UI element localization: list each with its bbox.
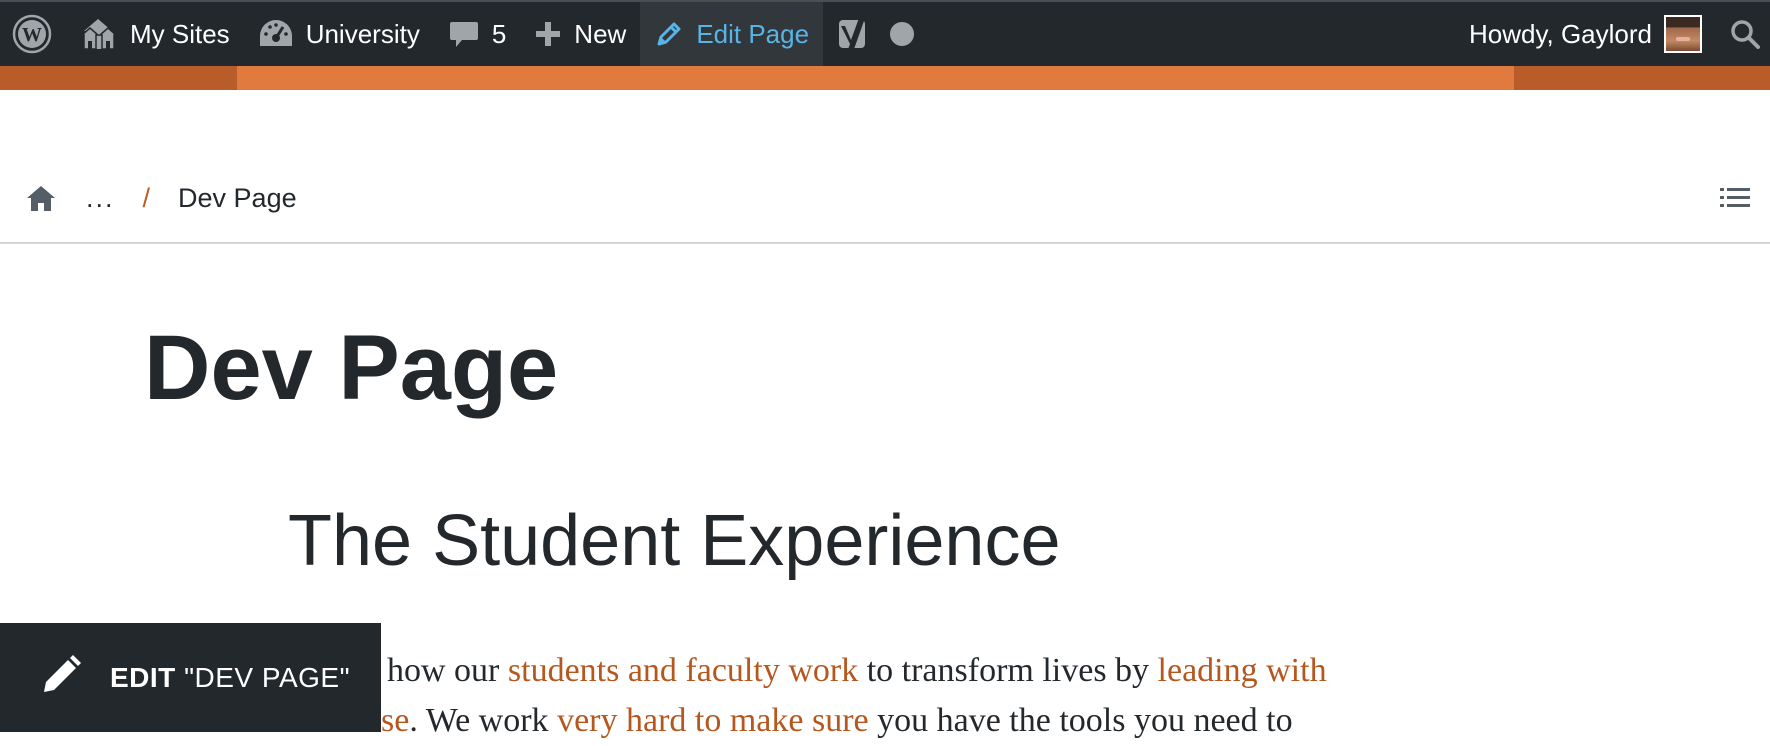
avatar (1664, 15, 1702, 53)
breadcrumb-ellipsis[interactable]: ... (86, 183, 115, 214)
text-span: how our (387, 652, 508, 689)
yoast-icon (837, 14, 873, 54)
my-sites-icon (78, 17, 118, 51)
students-faculty-link[interactable]: students and faculty work (508, 652, 858, 689)
header-band-left (0, 66, 237, 90)
text-span: . We work (409, 702, 558, 739)
edit-page-label: Edit Page (696, 18, 810, 49)
page-title: Dev Page (144, 317, 559, 419)
admin-bar: W My Sites University 5 New Edit Page Ho… (0, 0, 1770, 66)
seo-status-dot-icon (889, 21, 915, 47)
breadcrumb-separator: / (142, 182, 151, 213)
yoast-seo-menu[interactable] (823, 2, 929, 66)
my-account-menu[interactable]: Howdy, Gaylord (1455, 2, 1716, 66)
table-of-contents-icon[interactable] (1720, 186, 1750, 215)
dashboard-icon (258, 18, 294, 50)
text-span: to transform lives by (858, 652, 1158, 689)
purpose-link[interactable]: se (381, 702, 409, 739)
site-name-label: University (305, 18, 420, 49)
plus-icon (534, 20, 562, 48)
very-hard-link[interactable]: very hard to make sure (557, 702, 869, 739)
edit-page-button-label: EDIT "DEV PAGE" (110, 662, 350, 694)
text-span: you have the tools you need to (868, 702, 1293, 739)
header-band-right (1514, 66, 1770, 90)
edit-prefix: EDIT (110, 661, 176, 693)
comments-count: 5 (491, 18, 507, 49)
greeting-label: Howdy, Gaylord (1468, 18, 1652, 49)
breadcrumb: ... / Dev Page (26, 178, 297, 218)
svg-text:W: W (22, 24, 42, 46)
leading-with-link[interactable]: leading with (1158, 652, 1327, 689)
edit-page-menu[interactable]: Edit Page (640, 2, 824, 66)
site-name-menu[interactable]: University (244, 2, 434, 66)
comments-menu[interactable]: 5 (434, 2, 520, 66)
my-sites-menu[interactable]: My Sites (64, 2, 244, 66)
home-icon[interactable] (26, 184, 56, 212)
section-title: The Student Experience (288, 501, 1061, 581)
wordpress-icon: W (12, 14, 52, 54)
pencil-icon (40, 654, 82, 701)
search-toggle[interactable] (1716, 2, 1770, 66)
pencil-icon (654, 19, 684, 49)
search-icon (1730, 19, 1760, 49)
wordpress-logo-menu[interactable]: W (0, 2, 64, 66)
edit-target-title: "DEV PAGE" (184, 661, 351, 693)
header-band (237, 66, 1514, 90)
edit-page-button[interactable]: EDIT "DEV PAGE" (0, 623, 381, 732)
comment-icon (448, 18, 480, 50)
new-label: New (574, 18, 627, 49)
breadcrumb-divider (0, 242, 1770, 244)
breadcrumb-current: Dev Page (178, 182, 297, 213)
my-sites-label: My Sites (130, 18, 230, 49)
new-content-menu[interactable]: New (520, 2, 640, 66)
